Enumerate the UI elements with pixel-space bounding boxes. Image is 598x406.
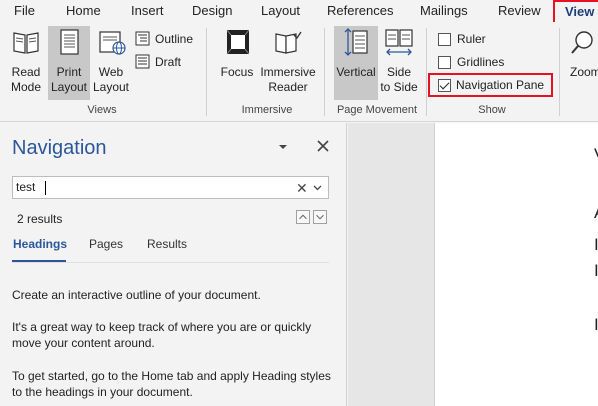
immersive-reader-button[interactable]: Immersive Reader bbox=[259, 26, 317, 100]
close-icon[interactable] bbox=[316, 139, 330, 153]
tab-mailings[interactable]: Mailings bbox=[420, 0, 468, 22]
ribbon: Read Mode Print Layout Web Layout Outlin… bbox=[0, 22, 598, 122]
tab-insert[interactable]: Insert bbox=[131, 0, 164, 22]
ruler-checkbox[interactable]: Ruler bbox=[438, 30, 508, 48]
draft-label: Draft bbox=[155, 55, 182, 69]
navigation-pane-checkbox[interactable]: Navigation Pane bbox=[428, 73, 553, 97]
text-caret bbox=[45, 181, 46, 195]
side-to-side-icon bbox=[385, 29, 413, 56]
show-group-label: Show bbox=[478, 104, 506, 116]
document-text-fragment: A bbox=[594, 203, 598, 223]
tab-references[interactable]: References bbox=[327, 0, 393, 22]
tab-design[interactable]: Design bbox=[192, 0, 232, 22]
outline-button[interactable]: Outline bbox=[135, 30, 199, 48]
tab-results[interactable]: Results bbox=[147, 237, 187, 251]
navigation-pane: Navigation test ✕ 2 results Headings Pag… bbox=[0, 123, 347, 406]
immersive-reader-icon bbox=[275, 31, 302, 54]
draft-button[interactable]: Draft bbox=[135, 53, 199, 71]
results-count: 2 results bbox=[17, 212, 63, 226]
search-input[interactable]: test ✕ bbox=[12, 176, 329, 199]
zoom-label: Zoom bbox=[570, 65, 598, 79]
web-layout-label-1: Web bbox=[98, 65, 124, 79]
focus-icon bbox=[226, 29, 250, 55]
print-layout-label-1: Print bbox=[56, 65, 82, 79]
tab-headings[interactable]: Headings bbox=[13, 237, 67, 251]
document-text-fragment: I bbox=[594, 315, 598, 334]
read-mode-label-2: Mode bbox=[10, 80, 42, 94]
immersive-reader-label-1: Immersive bbox=[260, 65, 316, 79]
group-separator bbox=[426, 28, 427, 116]
document-text-fragment: V bbox=[594, 145, 598, 165]
document-page[interactable]: V A I I I bbox=[434, 123, 598, 406]
views-group-label: Views bbox=[87, 104, 117, 116]
side-to-side-label-2: to Side bbox=[380, 80, 418, 94]
tab-file[interactable]: File bbox=[14, 0, 35, 22]
gridlines-label: Gridlines bbox=[457, 55, 505, 69]
read-mode-button[interactable]: Read Mode bbox=[5, 26, 47, 100]
search-input-value: test bbox=[16, 180, 36, 194]
gridlines-check-box[interactable] bbox=[438, 56, 451, 69]
tab-home[interactable]: Home bbox=[66, 0, 101, 22]
document-text-fragment: I bbox=[594, 235, 598, 254]
navigation-pane-title: Navigation bbox=[12, 137, 107, 159]
document-background bbox=[348, 123, 434, 406]
document-text-fragment: I bbox=[594, 261, 598, 280]
immersive-group-label: Immersive bbox=[241, 104, 293, 116]
previous-result-button[interactable] bbox=[296, 210, 310, 224]
ruler-check-box[interactable] bbox=[438, 33, 451, 46]
side-to-side-button[interactable]: Side to Side bbox=[379, 26, 419, 100]
tab-review[interactable]: Review bbox=[498, 0, 541, 22]
tab-view[interactable]: View bbox=[553, 0, 598, 22]
group-separator bbox=[206, 28, 207, 116]
help-paragraph-3: To get started, go to the Home tab and a… bbox=[12, 369, 331, 399]
navigation-pane-check-box[interactable] bbox=[438, 79, 451, 92]
web-layout-icon bbox=[99, 31, 126, 55]
vertical-icon bbox=[344, 28, 368, 56]
print-layout-icon bbox=[60, 29, 79, 55]
focus-label: Focus bbox=[220, 65, 254, 79]
search-dropdown-icon[interactable] bbox=[313, 183, 322, 192]
pane-options-dropdown-icon[interactable] bbox=[278, 142, 288, 152]
web-layout-label-2: Layout bbox=[92, 80, 130, 94]
navigation-pane-label: Navigation Pane bbox=[456, 78, 545, 92]
group-separator bbox=[559, 28, 560, 116]
magnifier-icon bbox=[571, 31, 593, 54]
tabs-divider bbox=[12, 262, 329, 263]
clear-search-icon[interactable]: ✕ bbox=[296, 180, 308, 197]
zoom-button[interactable]: Zoom bbox=[566, 26, 598, 100]
draft-icon bbox=[135, 54, 150, 69]
outline-icon bbox=[135, 31, 150, 46]
group-separator bbox=[324, 28, 325, 116]
focus-button[interactable]: Focus bbox=[216, 26, 258, 100]
ribbon-tabs: File Home Insert Design Layout Reference… bbox=[0, 0, 598, 22]
gridlines-checkbox[interactable]: Gridlines bbox=[438, 53, 518, 71]
vertical-button[interactable]: Vertical bbox=[334, 26, 378, 100]
page-movement-group-label: Page Movement bbox=[336, 104, 418, 116]
help-paragraph-2: It's a great way to keep track of where … bbox=[12, 320, 312, 350]
print-layout-label-2: Layout bbox=[50, 80, 88, 94]
vertical-label: Vertical bbox=[336, 65, 376, 79]
tab-pages[interactable]: Pages bbox=[89, 237, 123, 251]
next-result-button[interactable] bbox=[313, 210, 327, 224]
read-mode-icon bbox=[13, 32, 39, 54]
active-tab-indicator bbox=[12, 260, 66, 262]
web-layout-button[interactable]: Web Layout bbox=[91, 26, 131, 100]
outline-label: Outline bbox=[155, 32, 194, 46]
immersive-reader-label-2: Reader bbox=[268, 80, 308, 94]
ruler-label: Ruler bbox=[457, 32, 486, 46]
help-paragraph-1: Create an interactive outline of your do… bbox=[12, 288, 261, 302]
print-layout-button[interactable]: Print Layout bbox=[48, 26, 90, 100]
read-mode-label-1: Read bbox=[11, 65, 41, 79]
side-to-side-label-1: Side bbox=[386, 65, 412, 79]
tab-layout[interactable]: Layout bbox=[261, 0, 300, 22]
